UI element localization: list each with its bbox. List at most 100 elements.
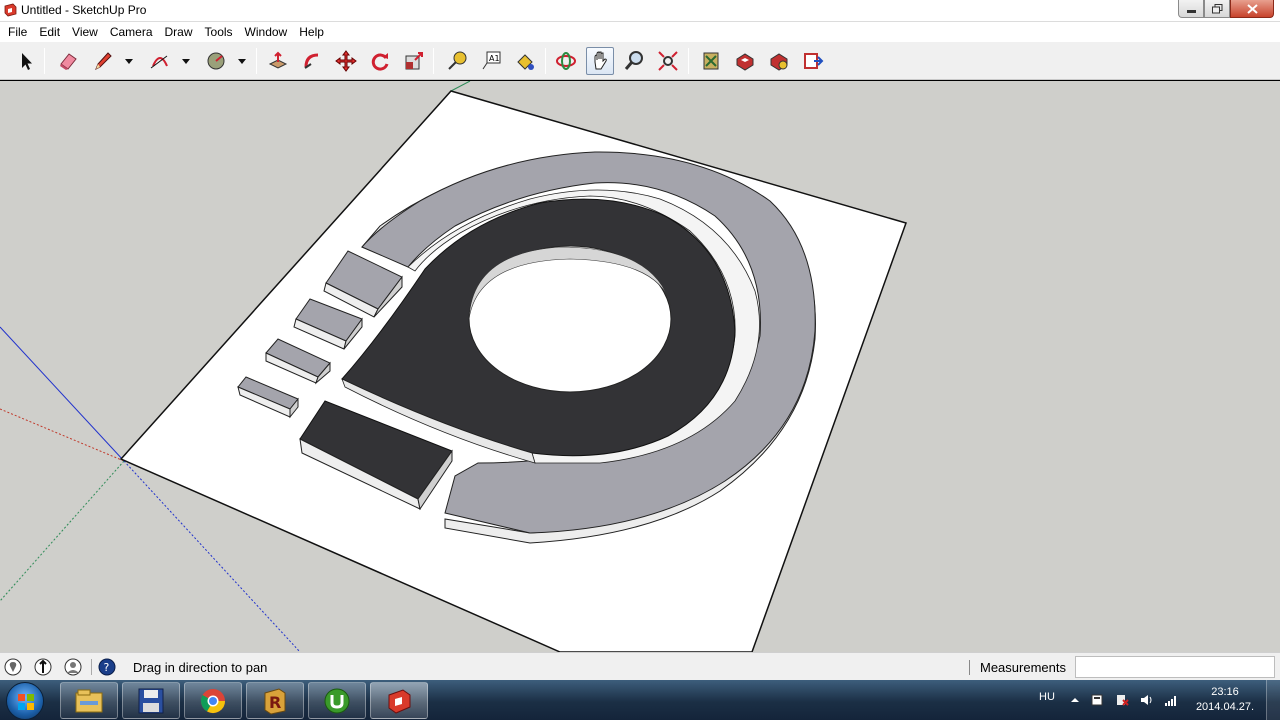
clock-date: 2014.04.27. bbox=[1195, 701, 1255, 713]
measurements-input[interactable] bbox=[1075, 656, 1275, 678]
tray-app-icon[interactable] bbox=[1090, 693, 1104, 707]
blue-axis bbox=[0, 326, 125, 462]
taskbar: R HU 23:16 2014.04.27. bbox=[0, 680, 1280, 720]
utorrent-icon bbox=[324, 688, 350, 713]
status-hint: Drag in direction to pan bbox=[133, 660, 268, 675]
menu-view[interactable]: View bbox=[66, 22, 104, 42]
menu-help[interactable]: Help bbox=[293, 22, 330, 42]
chrome-icon bbox=[200, 688, 225, 713]
scale-icon bbox=[405, 52, 423, 70]
eraser-tool[interactable] bbox=[54, 47, 82, 75]
arc-tool[interactable] bbox=[146, 47, 174, 75]
follow-me-tool[interactable] bbox=[298, 47, 326, 75]
eraser-icon bbox=[60, 53, 77, 70]
sketchup-app-icon bbox=[4, 3, 17, 17]
taskbar-save[interactable] bbox=[122, 682, 180, 719]
menu-bar: File Edit View Camera Draw Tools Window … bbox=[0, 22, 1280, 42]
maximize-button[interactable] bbox=[1204, 0, 1230, 18]
warehouse-icon bbox=[703, 52, 719, 70]
send-to-layout-icon bbox=[804, 53, 824, 69]
zoom-extents-icon bbox=[658, 51, 678, 71]
help-icon[interactable]: ? bbox=[97, 657, 117, 677]
minimize-icon bbox=[1186, 10, 1196, 13]
windows-logo-icon bbox=[18, 694, 34, 710]
arc-dropdown-icon[interactable] bbox=[181, 56, 191, 66]
pan-tool[interactable] bbox=[586, 47, 614, 75]
menu-camera[interactable]: Camera bbox=[104, 22, 159, 42]
zoom-tool[interactable] bbox=[620, 47, 648, 75]
volume-icon[interactable] bbox=[1140, 693, 1154, 707]
scale-tool[interactable] bbox=[400, 47, 428, 75]
menu-edit[interactable]: Edit bbox=[33, 22, 66, 42]
orbit-tool[interactable] bbox=[552, 47, 580, 75]
menu-window[interactable]: Window bbox=[239, 22, 294, 42]
orbit-icon bbox=[556, 52, 576, 70]
follow-me-icon bbox=[304, 53, 319, 69]
r-app-icon: R bbox=[264, 687, 286, 715]
title-bar: Untitled - SketchUp Pro bbox=[0, 0, 1280, 22]
move-tool[interactable] bbox=[332, 47, 360, 75]
model-canvas[interactable] bbox=[0, 81, 1280, 652]
green-axis-solid bbox=[450, 81, 471, 92]
text-tool[interactable]: A1 bbox=[477, 47, 505, 75]
show-desktop-button[interactable] bbox=[1266, 680, 1280, 720]
menu-file[interactable]: File bbox=[2, 22, 33, 42]
send-to-layout-tool[interactable] bbox=[799, 47, 827, 75]
window-title: Untitled - SketchUp Pro bbox=[21, 3, 147, 17]
credits-icon[interactable] bbox=[33, 657, 53, 677]
geo-location-icon[interactable] bbox=[3, 657, 23, 677]
system-clock[interactable]: 23:16 2014.04.27. bbox=[1194, 685, 1256, 715]
push-pull-tool[interactable] bbox=[264, 47, 292, 75]
restore-icon bbox=[1211, 3, 1222, 13]
taskbar-utorrent[interactable] bbox=[308, 682, 366, 719]
network-icon[interactable] bbox=[1164, 693, 1178, 707]
toolbar: A1 bbox=[0, 42, 1280, 80]
taskbar-explorer[interactable] bbox=[60, 682, 118, 719]
pencil-icon bbox=[95, 52, 112, 71]
paint-bucket-tool[interactable] bbox=[511, 47, 539, 75]
pencil-dropdown-icon[interactable] bbox=[124, 56, 134, 66]
components-tool[interactable] bbox=[731, 47, 759, 75]
minimize-button[interactable] bbox=[1178, 0, 1204, 18]
show-hidden-icons-icon[interactable] bbox=[1068, 693, 1082, 707]
move-icon bbox=[335, 50, 357, 72]
select-tool[interactable] bbox=[12, 47, 40, 75]
zoom-extents-tool[interactable] bbox=[654, 47, 682, 75]
sketchup-icon bbox=[388, 688, 411, 714]
red-axis bbox=[0, 408, 125, 462]
select-icon bbox=[22, 53, 32, 70]
user-icon[interactable] bbox=[63, 657, 83, 677]
shape-tool[interactable] bbox=[202, 47, 230, 75]
menu-tools[interactable]: Tools bbox=[199, 22, 239, 42]
language-indicator[interactable]: HU bbox=[1039, 691, 1055, 703]
paint-bucket-icon bbox=[517, 54, 534, 70]
model-viewport[interactable] bbox=[0, 81, 1280, 652]
pan-icon bbox=[594, 51, 607, 70]
taskbar-r-app[interactable]: R bbox=[246, 682, 304, 719]
start-button[interactable] bbox=[6, 682, 44, 720]
rotate-tool[interactable] bbox=[366, 47, 394, 75]
green-axis bbox=[0, 460, 125, 602]
taskbar-sketchup[interactable] bbox=[370, 682, 428, 719]
measurements-label: Measurements bbox=[980, 660, 1066, 675]
status-bar: ? Drag in direction to pan Measurements bbox=[0, 652, 1280, 680]
warehouse-tool[interactable] bbox=[697, 47, 725, 75]
extension-icon bbox=[770, 53, 788, 71]
explorer-icon bbox=[75, 689, 103, 712]
rotate-icon bbox=[371, 53, 389, 71]
menu-draw[interactable]: Draw bbox=[159, 22, 199, 42]
svg-text:?: ? bbox=[104, 661, 110, 674]
components-icon bbox=[736, 53, 754, 71]
svg-text:A1: A1 bbox=[489, 54, 500, 63]
extension-tool[interactable] bbox=[765, 47, 793, 75]
pencil-tool[interactable] bbox=[89, 47, 117, 75]
clock-time: 23:16 bbox=[1211, 686, 1239, 698]
taskbar-chrome[interactable] bbox=[184, 682, 242, 719]
text-icon: A1 bbox=[482, 51, 501, 70]
shape-icon bbox=[207, 52, 225, 70]
close-button[interactable] bbox=[1230, 0, 1274, 18]
shape-dropdown-icon[interactable] bbox=[237, 56, 247, 66]
tape-measure-tool[interactable] bbox=[443, 47, 471, 75]
arc-icon bbox=[150, 55, 168, 69]
action-center-icon[interactable] bbox=[1115, 693, 1129, 707]
